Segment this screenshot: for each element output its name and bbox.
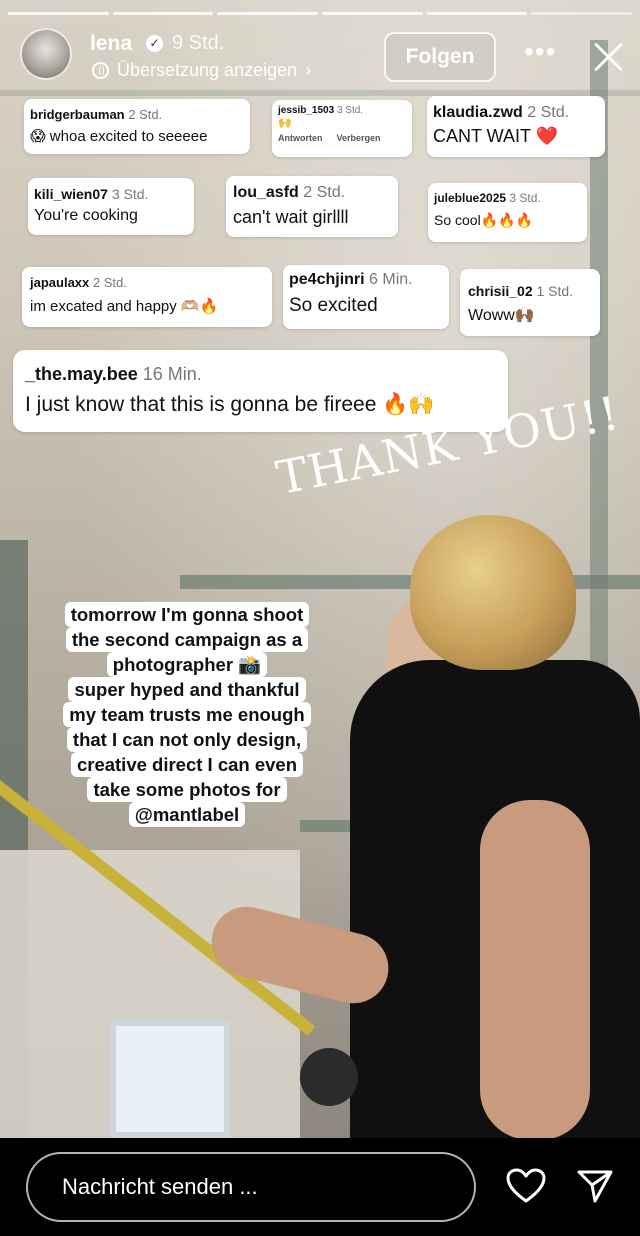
story-header: lena ✓ 9 Std. Übersetzung anzeigen › Fol… [0, 28, 640, 88]
background-person [300, 1048, 358, 1106]
translate-link[interactable]: Übersetzung anzeigen › [92, 60, 311, 81]
comment-user: kili_wien07 [34, 186, 108, 202]
comment-card[interactable]: pe4chjinri 6 Min. So excited [283, 265, 449, 329]
comment-text: So cool🔥🔥🔥 [434, 212, 533, 228]
comment-text: Woww🙌🏾 [468, 307, 535, 324]
caption-line: my team trusts me enough [63, 702, 311, 727]
comment-card[interactable]: chrisii_02 1 Std. Woww🙌🏾 [460, 269, 600, 336]
comment-actions: Antworten Verbergen [278, 133, 406, 143]
caption-line: take some photos for [87, 777, 287, 802]
comment-card[interactable]: bridgerbauman 2 Std. 😱 whoa excited to s… [24, 99, 250, 154]
comment-user: bridgerbauman [30, 107, 125, 122]
comment-user: japaulaxx [30, 275, 90, 290]
person-hair [410, 515, 576, 670]
comment-time: 3 Std. [509, 191, 541, 205]
comment-text: So excited [289, 295, 378, 316]
story-caption: tomorrow I'm gonna shoot the second camp… [44, 602, 330, 827]
progress-segment [531, 12, 633, 15]
comment-time: 1 Std. [536, 283, 574, 299]
globe-icon [92, 62, 109, 79]
hide-link[interactable]: Verbergen [337, 133, 381, 143]
comment-card[interactable]: lou_asfd 2 Std. can't wait girllll [226, 176, 398, 237]
message-input[interactable]: Nachricht senden ... [26, 1152, 476, 1222]
caption-line: super hyped and thankful [68, 677, 306, 702]
comment-time: 2 Std. [527, 104, 570, 121]
heart-icon[interactable] [506, 1168, 546, 1204]
comment-time: 2 Std. [303, 184, 346, 201]
comment-card[interactable]: kili_wien07 3 Std. You're cooking [28, 178, 194, 235]
comment-time: 3 Std. [336, 105, 364, 116]
progress-segment [112, 12, 214, 15]
comment-time: 16 Min. [142, 364, 202, 384]
comment-time: 6 Min. [369, 271, 413, 288]
close-icon[interactable] [592, 40, 624, 72]
comment-user: pe4chjinri [289, 271, 365, 288]
reply-link[interactable]: Antworten [278, 133, 323, 143]
comment-user: chrisii_02 [468, 283, 533, 299]
caption-line: that I can not only design, [66, 727, 308, 752]
caption-line: the second campaign as a [65, 627, 309, 652]
comment-card[interactable]: juleblue2025 3 Std. So cool🔥🔥🔥 [428, 183, 587, 242]
comment-card[interactable]: klaudia.zwd 2 Std. CANT WAIT ❤️ [427, 96, 605, 157]
avatar[interactable] [20, 28, 72, 80]
mention-link[interactable]: @mantlabel [128, 802, 246, 827]
progress-segment [322, 12, 423, 15]
comment-card[interactable]: jessib_1503 3 Std. 🙌 Antworten Verbergen [272, 100, 412, 157]
comment-time: 2 Std. [92, 275, 127, 290]
story-progress [8, 12, 633, 15]
progress-segment [8, 12, 109, 15]
comment-text: im excated and happy 🫶🏼🔥 [30, 298, 219, 315]
progress-segment [217, 12, 319, 15]
comment-text: 🙌 [278, 117, 292, 129]
comment-text: I just know that this is gonna be fireee… [25, 393, 435, 416]
comment-time: 2 Std. [128, 107, 163, 122]
caption-line: tomorrow I'm gonna shoot [64, 602, 310, 627]
translate-label: Übersetzung anzeigen [117, 60, 298, 80]
comment-text: can't wait girllll [233, 207, 349, 227]
comment-time: 3 Std. [111, 186, 149, 202]
comment-user: jessib_1503 [278, 105, 335, 116]
caption-line: creative direct I can even [70, 752, 304, 777]
progress-segment [426, 12, 528, 15]
comment-card[interactable]: japaulaxx 2 Std. im excated and happy 🫶🏼… [22, 267, 272, 327]
comment-text: 😱 whoa excited to seeeee [30, 128, 208, 145]
comment-user: _the.may.bee [25, 364, 138, 384]
story-footer: Nachricht senden ... [0, 1138, 640, 1236]
comment-user: klaudia.zwd [433, 104, 523, 121]
username[interactable]: lena [90, 32, 132, 56]
comment-user: juleblue2025 [434, 191, 507, 205]
comment-text: CANT WAIT ❤️ [433, 126, 559, 146]
follow-button[interactable]: Folgen [384, 32, 496, 82]
post-time: 9 Std. [172, 32, 225, 54]
window [110, 1020, 230, 1138]
chevron-right-icon: › [305, 60, 312, 80]
comment-user: lou_asfd [233, 184, 299, 201]
send-icon[interactable] [576, 1168, 614, 1204]
person-arm [480, 800, 590, 1140]
verified-badge-icon: ✓ [146, 35, 163, 52]
caption-line: photographer 📸 [106, 652, 268, 677]
comment-text: You're cooking [34, 207, 138, 224]
more-options-icon[interactable]: ••• [524, 38, 556, 66]
